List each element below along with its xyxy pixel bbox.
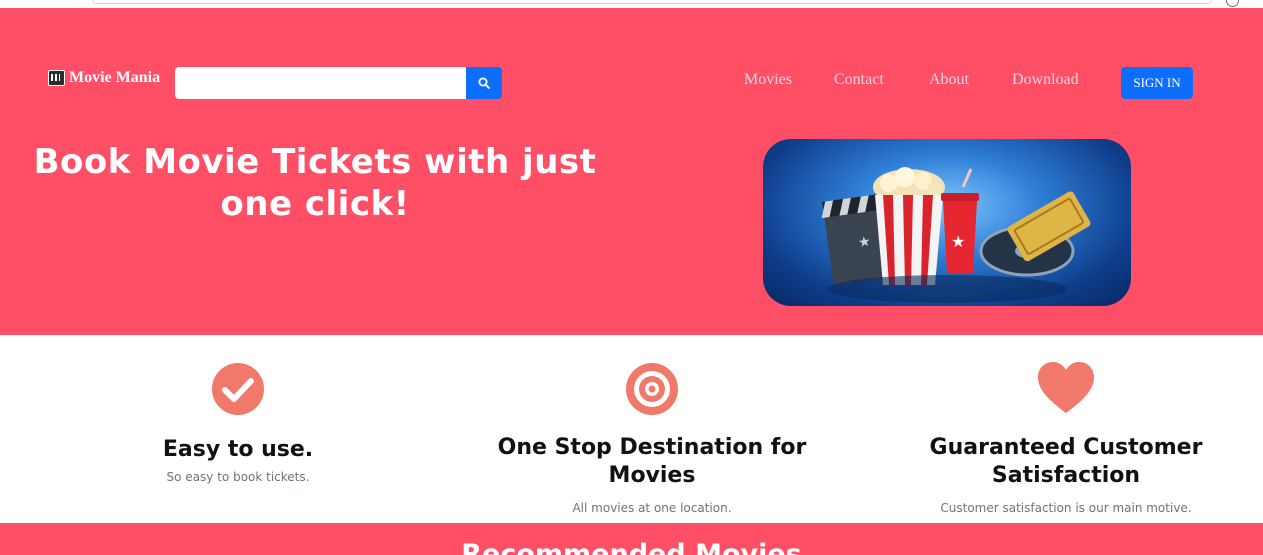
- nav-about[interactable]: About: [929, 71, 969, 89]
- feature-text: So easy to book tickets.: [166, 470, 310, 484]
- hero-headline: Book Movie Tickets with just one click!: [33, 142, 597, 224]
- recommended-section: Recommended Movies: [0, 523, 1263, 555]
- recommended-title: Recommended Movies: [461, 539, 802, 555]
- browser-corner-icon: [1226, 0, 1239, 7]
- hero-image: ★ ★: [763, 139, 1131, 306]
- nav-download[interactable]: Download: [1012, 71, 1079, 89]
- feature-easy: Easy to use. So easy to book tickets.: [100, 335, 376, 485]
- heart-icon: [1038, 362, 1094, 413]
- features-section: Easy to use. So easy to book tickets. On…: [0, 335, 1263, 523]
- sign-in-button[interactable]: SIGN IN: [1121, 67, 1193, 99]
- feature-text: Customer satisfaction is our main motive…: [940, 501, 1192, 515]
- feature-destination: One Stop Destination for Movies All movi…: [478, 335, 826, 516]
- feature-text: All movies at one location.: [572, 501, 732, 515]
- brand-name: Movie Mania: [69, 69, 161, 86]
- feature-title: Easy to use.: [162, 437, 314, 462]
- browser-address-bar: [92, 0, 1212, 4]
- search-icon: [478, 77, 490, 89]
- nav-movies[interactable]: Movies: [744, 71, 792, 89]
- search-button[interactable]: [466, 67, 502, 99]
- search-input[interactable]: [175, 67, 466, 99]
- feature-satisfaction: Guaranteed Customer Satisfaction Custome…: [910, 335, 1222, 516]
- hero-section: Movie Mania Movies Contact About Downloa…: [0, 8, 1263, 335]
- feature-title: One Stop Destination for Movies: [497, 435, 807, 488]
- brand[interactable]: Movie Mania: [48, 69, 160, 87]
- check-circle-icon: [212, 363, 264, 415]
- target-icon: [626, 363, 678, 415]
- feature-title: Guaranteed Customer Satisfaction: [929, 435, 1203, 488]
- nav-contact[interactable]: Contact: [834, 71, 884, 89]
- browser-top-strip: [0, 0, 1263, 8]
- svg-text:★: ★: [951, 232, 965, 251]
- svg-text:★: ★: [857, 234, 872, 252]
- clapperboard-icon: [48, 70, 65, 86]
